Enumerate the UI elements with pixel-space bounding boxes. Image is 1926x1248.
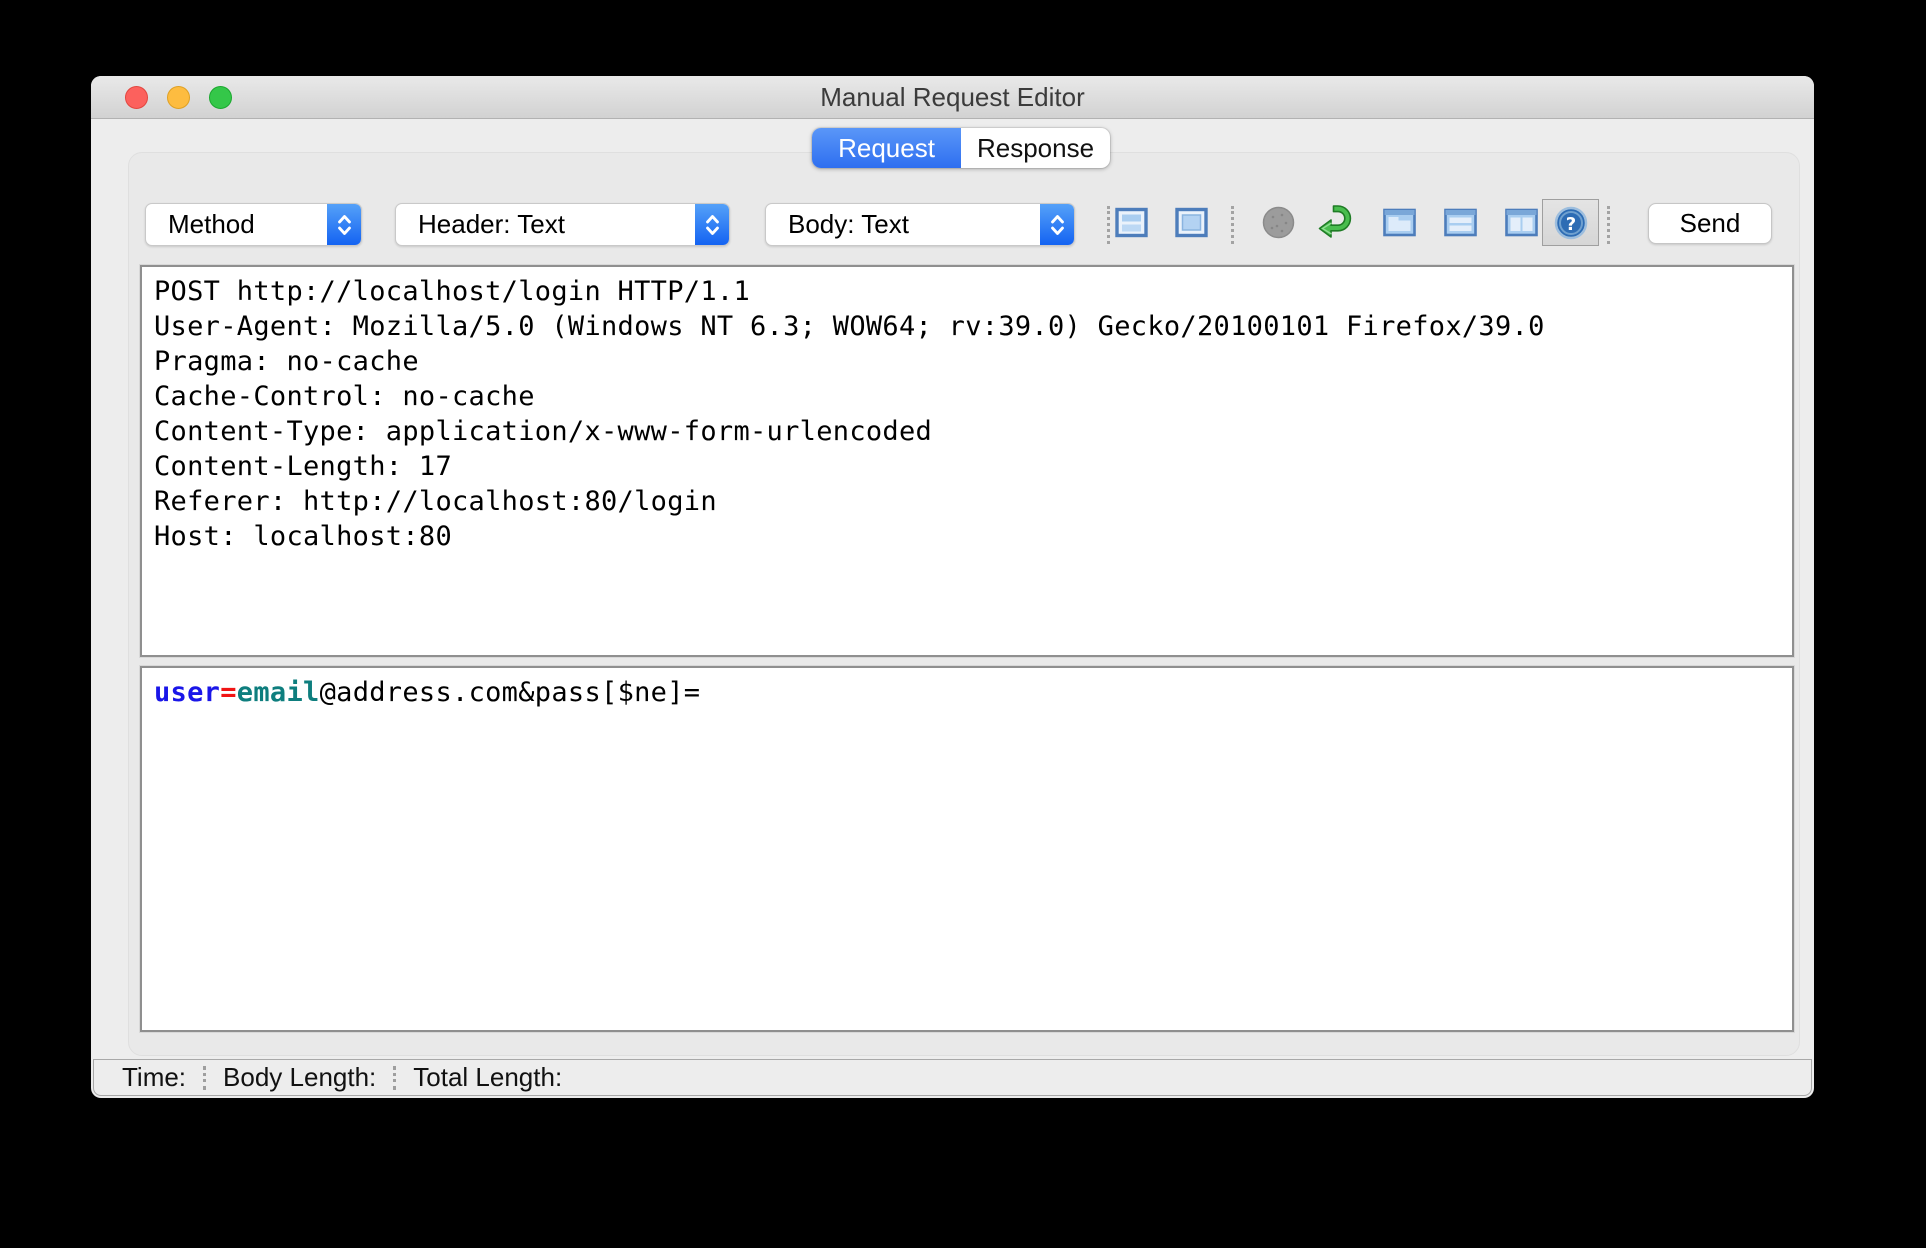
help-button[interactable]: ? <box>1542 199 1599 246</box>
body-param-name: user <box>154 677 221 708</box>
time-label: Time: <box>122 1062 187 1092</box>
request-body-editor[interactable]: user=email@address.com&pass[$ne]= <box>140 666 1794 1032</box>
toolbar-separator <box>1231 206 1234 244</box>
break-icon[interactable] <box>1260 204 1297 241</box>
chevron-up-down-icon <box>1040 204 1074 245</box>
toolbar-separator <box>1607 206 1610 244</box>
header-line: Referer: http://localhost:80/login <box>154 486 717 517</box>
status-separator <box>393 1065 397 1090</box>
send-button[interactable]: Send <box>1648 203 1772 244</box>
request-response-tabs: Request Response <box>812 128 1110 168</box>
header-line: Host: localhost:80 <box>154 521 452 552</box>
window-title: Manual Request Editor <box>820 82 1085 112</box>
header-view-dropdown[interactable]: Header: Text <box>395 203 730 246</box>
header-line: Pragma: no-cache <box>154 346 419 377</box>
chevron-up-down-icon <box>695 204 729 245</box>
title-bar: Manual Request Editor <box>91 76 1814 119</box>
body-rest-text: @address.com&pass[$ne]= <box>319 677 701 708</box>
traffic-lights <box>125 86 232 109</box>
svg-text:?: ? <box>1565 214 1575 235</box>
horizontal-split-view-icon[interactable] <box>1442 204 1479 241</box>
tab-request[interactable]: Request <box>812 128 961 168</box>
body-length-label: Body Length: <box>223 1062 377 1092</box>
chevron-up-down-icon <box>327 204 361 245</box>
header-line: Content-Type: application/x-www-form-url… <box>154 416 933 447</box>
zoom-button[interactable] <box>209 86 232 109</box>
help-icon: ? <box>1554 206 1587 239</box>
follow-redirects-icon[interactable] <box>1316 204 1353 241</box>
body-param-value: email <box>236 677 320 708</box>
single-view-icon[interactable] <box>1173 204 1210 241</box>
tab-response[interactable]: Response <box>961 128 1110 168</box>
close-button[interactable] <box>125 86 148 109</box>
header-view-dropdown-value: Header: Text <box>418 209 565 239</box>
combined-view-icon[interactable] <box>1113 204 1150 241</box>
body-equals-sign: = <box>220 677 237 708</box>
vertical-split-view-icon[interactable] <box>1503 204 1540 241</box>
status-bar: Time: Body Length: Total Length: <box>93 1059 1812 1096</box>
toolbar-separator <box>1107 206 1110 244</box>
body-view-dropdown[interactable]: Body: Text <box>765 203 1075 246</box>
tab-view-icon[interactable] <box>1381 204 1418 241</box>
status-separator <box>203 1065 207 1090</box>
header-line: User-Agent: Mozilla/5.0 (Windows NT 6.3;… <box>154 311 1545 342</box>
method-dropdown-value: Method <box>168 209 255 239</box>
body-view-dropdown-value: Body: Text <box>788 209 909 239</box>
header-line: Content-Length: 17 <box>154 451 452 482</box>
manual-request-editor-window: Manual Request Editor Request Response M… <box>91 76 1814 1098</box>
request-header-editor[interactable]: POST http://localhost/login HTTP/1.1 User… <box>140 265 1794 657</box>
header-line: POST http://localhost/login HTTP/1.1 <box>154 276 750 307</box>
screen: Manual Request Editor Request Response M… <box>0 0 1926 1248</box>
total-length-label: Total Length: <box>413 1062 563 1092</box>
method-dropdown[interactable]: Method <box>145 203 362 246</box>
minimize-button[interactable] <box>167 86 190 109</box>
header-line: Cache-Control: no-cache <box>154 381 535 412</box>
